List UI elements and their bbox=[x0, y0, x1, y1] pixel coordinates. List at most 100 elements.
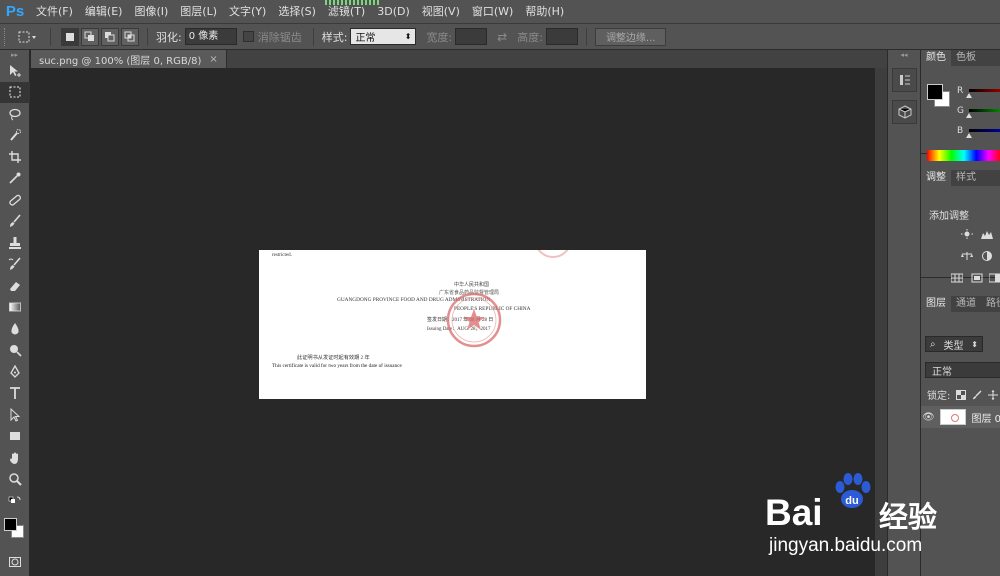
brightness-icon[interactable] bbox=[961, 229, 973, 239]
green-slider-track[interactable] bbox=[969, 109, 1000, 112]
path-select-tool[interactable] bbox=[0, 404, 30, 426]
intersect-selection-button[interactable] bbox=[121, 27, 139, 46]
blue-slider-thumb[interactable] bbox=[966, 133, 972, 138]
blue-slider-track[interactable] bbox=[969, 129, 1000, 132]
separator bbox=[50, 27, 51, 46]
document-image[interactable]: restricted. 中华人民共和国 广东省食品药品监督管理局 GUANGDO… bbox=[259, 250, 646, 399]
style-select[interactable]: 正常 ⬍ bbox=[350, 28, 417, 45]
rect-marquee-tool[interactable] bbox=[0, 81, 30, 103]
gradient-tool[interactable] bbox=[0, 297, 30, 319]
lock-position-icon[interactable] bbox=[988, 389, 999, 400]
document-tab[interactable]: suc.png @ 100% (图层 0, RGB/8) × bbox=[31, 50, 227, 68]
width-input[interactable] bbox=[455, 28, 488, 45]
history-brush-tool[interactable] bbox=[0, 254, 30, 276]
canvas-area[interactable]: restricted. 中华人民共和国 广东省食品药品监督管理局 GUANGDO… bbox=[31, 68, 875, 576]
collapse-arrows-icon[interactable]: ▸▸ bbox=[0, 50, 29, 60]
menu-edit[interactable]: 编辑(E) bbox=[79, 0, 129, 24]
doc-zh-country: 中华人民共和国 bbox=[454, 283, 490, 288]
blue-label: B bbox=[957, 126, 964, 136]
tab-channels[interactable]: 通道 bbox=[951, 296, 981, 312]
lock-pixels-icon[interactable] bbox=[972, 390, 982, 400]
refine-edge-button[interactable]: 调整边缘... bbox=[594, 27, 667, 46]
foreground-color[interactable] bbox=[4, 517, 17, 531]
tab-styles[interactable]: 样式 bbox=[951, 170, 981, 186]
red-slider-thumb[interactable] bbox=[966, 93, 972, 98]
default-colors-swap[interactable] bbox=[0, 490, 30, 512]
invert-icon[interactable] bbox=[989, 273, 1000, 283]
tab-swatches[interactable]: 色板 bbox=[951, 50, 981, 66]
properties-panel-button[interactable] bbox=[892, 100, 917, 124]
doc-zh-validity: 此证明书从发证时起有效期 2 年 bbox=[297, 355, 370, 361]
tab-layers[interactable]: 图层 bbox=[921, 296, 951, 312]
red-slider-track[interactable] bbox=[969, 89, 1000, 92]
lookup-grid-icon[interactable] bbox=[971, 273, 983, 283]
crop-tool[interactable] bbox=[0, 146, 30, 168]
swap-arrows-icon[interactable]: ⇄ bbox=[497, 30, 507, 44]
color-swatches[interactable] bbox=[0, 512, 30, 552]
menu-file[interactable]: 文件(F) bbox=[30, 0, 79, 24]
layer-row[interactable]: 👁 图层 0 bbox=[921, 406, 1000, 428]
tab-color[interactable]: 颜色 bbox=[921, 50, 951, 66]
blue-slider[interactable]: B bbox=[957, 126, 1000, 140]
clone-stamp-tool[interactable] bbox=[0, 232, 30, 254]
menu-help[interactable]: 帮助(H) bbox=[519, 0, 570, 24]
layer-kind-value: 类型 bbox=[943, 340, 964, 352]
dodge-tool[interactable] bbox=[0, 340, 30, 362]
menu-type[interactable]: 文字(Y) bbox=[223, 0, 272, 24]
color-spectrum[interactable] bbox=[927, 150, 1000, 161]
menu-layer[interactable]: 图层(L) bbox=[174, 0, 223, 24]
zoom-icon bbox=[9, 473, 22, 486]
hand-tool[interactable] bbox=[0, 447, 30, 469]
tab-paths[interactable]: 路径 bbox=[981, 296, 1000, 312]
tool-preset-picker[interactable] bbox=[12, 27, 42, 47]
levels-icon[interactable] bbox=[981, 229, 993, 239]
type-tool[interactable] bbox=[0, 383, 30, 405]
blend-mode-select[interactable]: 正常 bbox=[925, 362, 1000, 378]
zoom-tool[interactable] bbox=[0, 469, 30, 491]
red-slider[interactable]: R bbox=[957, 86, 1000, 100]
new-selection-button[interactable] bbox=[61, 27, 79, 46]
hand-icon bbox=[10, 452, 18, 464]
separator bbox=[585, 27, 587, 46]
move-tool[interactable] bbox=[0, 60, 30, 82]
pen-tool[interactable] bbox=[0, 361, 30, 383]
subtract-selection-button[interactable] bbox=[101, 27, 119, 46]
quick-mask-button[interactable] bbox=[0, 552, 30, 574]
layer-kind-filter[interactable]: ⌕ 类型 ⬍ bbox=[925, 336, 983, 352]
rectangle-tool[interactable] bbox=[0, 426, 30, 448]
menu-view[interactable]: 视图(V) bbox=[416, 0, 466, 24]
menu-select[interactable]: 选择(S) bbox=[272, 0, 322, 24]
channel-mixer-icon[interactable] bbox=[951, 273, 963, 283]
history-panel-button[interactable] bbox=[892, 68, 917, 92]
collapse-arrows-icon[interactable]: ◂◂ bbox=[888, 50, 920, 60]
updown-arrow-icon: ⬍ bbox=[404, 32, 412, 41]
menu-image[interactable]: 图像(I) bbox=[128, 0, 174, 24]
balance-icon[interactable] bbox=[961, 251, 973, 261]
green-slider-thumb[interactable] bbox=[966, 113, 972, 118]
layer-thumbnail bbox=[940, 409, 967, 425]
yin-yang-icon[interactable] bbox=[981, 251, 993, 261]
doc-restricted-text: restricted. bbox=[272, 253, 292, 258]
eyedropper-tool[interactable] bbox=[0, 168, 30, 190]
brush-tool[interactable] bbox=[0, 211, 30, 233]
red-label: R bbox=[957, 86, 964, 96]
visibility-eye-icon[interactable]: 👁 bbox=[921, 412, 936, 423]
panel-foreground-color[interactable] bbox=[927, 84, 943, 100]
blur-tool[interactable] bbox=[0, 318, 30, 340]
height-input[interactable] bbox=[545, 28, 578, 45]
move-tool-icon bbox=[10, 64, 21, 77]
tab-adjustments[interactable]: 调整 bbox=[921, 170, 951, 186]
menu-bar: Ps 文件(F) 编辑(E) 图像(I) 图层(L) 文字(Y) 选择(S) 滤… bbox=[0, 0, 1000, 24]
add-selection-button[interactable] bbox=[81, 27, 99, 46]
eraser-tool[interactable] bbox=[0, 275, 30, 297]
options-grip[interactable] bbox=[4, 27, 12, 46]
antialias-checkbox[interactable] bbox=[242, 31, 254, 42]
green-slider[interactable]: G bbox=[957, 106, 1000, 120]
healing-brush-tool[interactable] bbox=[0, 189, 30, 211]
quick-select-tool[interactable] bbox=[0, 125, 30, 147]
lasso-tool[interactable] bbox=[0, 103, 30, 125]
close-icon[interactable]: × bbox=[209, 54, 217, 65]
menu-window[interactable]: 窗口(W) bbox=[466, 0, 519, 24]
lock-transparent-icon[interactable] bbox=[956, 389, 967, 400]
feather-input[interactable]: 0 像素 bbox=[184, 28, 237, 45]
